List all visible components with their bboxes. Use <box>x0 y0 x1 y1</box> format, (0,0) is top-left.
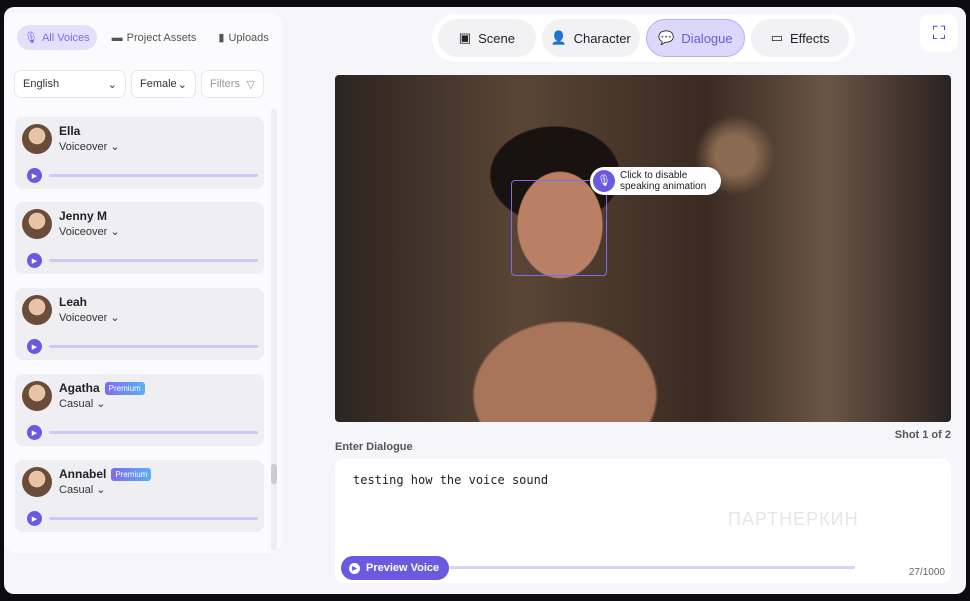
face-selection-box[interactable] <box>511 180 607 276</box>
tab-label: Effects <box>790 30 830 46</box>
voice-type-dropdown[interactable]: Voiceover ⌄ <box>59 140 120 153</box>
play-icon[interactable]: ▶ <box>27 168 42 183</box>
voice-type: Voiceover <box>59 141 108 153</box>
watermark: ПАРТНЕРКИН <box>728 509 859 529</box>
character-count: 27/1000 <box>908 567 945 578</box>
audio-progress[interactable] <box>49 345 258 348</box>
avatar <box>22 295 52 325</box>
tooltip-text: speaking animation <box>620 181 707 192</box>
filters-button[interactable]: Filters ▽ <box>201 70 264 98</box>
voice-type: Casual <box>59 398 94 410</box>
voice-type: Casual <box>59 484 94 496</box>
play-icon: ▶ <box>349 562 360 574</box>
voice-name: Ella <box>59 124 81 138</box>
play-icon[interactable]: ▶ <box>27 339 42 354</box>
gender-value: Female <box>140 78 177 90</box>
preview-voice-button[interactable]: ▶ Preview Voice <box>341 556 450 580</box>
screenshot-button[interactable]: ⛶ <box>920 14 958 52</box>
dialogue-box: testing how the voice sound ПАРТНЕРКИН ▶… <box>335 459 951 583</box>
chat-icon: 💬 <box>658 30 675 45</box>
tab-label: Uploads <box>228 31 269 44</box>
avatar <box>22 124 52 154</box>
voice-type-dropdown[interactable]: Casual ⌄ <box>59 397 106 410</box>
tab-label: Character <box>573 30 631 46</box>
tab-project-assets[interactable]: ▬ Project Assets <box>105 26 204 50</box>
voice-card[interactable]: Ella Voiceover ⌄ ▶ <box>15 117 264 189</box>
language-value: English <box>23 78 60 90</box>
tab-character[interactable]: 👤 Character <box>541 19 640 57</box>
chevron-down-icon: ⌄ <box>177 78 187 91</box>
voice-type-dropdown[interactable]: Voiceover ⌄ <box>59 225 120 238</box>
gender-select[interactable]: Female ⌄ <box>131 70 196 98</box>
voice-card[interactable]: Agatha Premium Casual ⌄ ▶ <box>15 374 264 446</box>
chevron-down-icon: ⌄ <box>107 78 117 91</box>
tab-scene[interactable]: ▣ Scene <box>438 19 536 57</box>
folder-icon: ▬ <box>111 31 123 44</box>
preview-progress[interactable] <box>449 566 855 569</box>
voice-panel: 🎙 All Voices ▬ Project Assets ▮ Uploads Eng… <box>5 13 282 553</box>
play-icon[interactable]: ▶ <box>27 253 42 268</box>
tab-label: All Voices <box>41 31 90 44</box>
voice-name: Jenny M <box>59 209 108 223</box>
voice-card[interactable]: Annabel Premium Casual ⌄ ▶ <box>15 460 264 532</box>
audio-progress[interactable] <box>49 259 258 262</box>
tab-all-voices[interactable]: 🎙 All Voices <box>17 25 97 50</box>
audio-progress[interactable] <box>49 431 258 434</box>
shot-counter: Shot 1 of 2 <box>894 429 951 441</box>
voice-name: Agatha <box>59 381 100 395</box>
scrollbar[interactable] <box>271 109 277 551</box>
dialogue-label: Enter Dialogue <box>335 441 413 453</box>
preview-label: Preview Voice <box>366 562 440 574</box>
voice-name: Leah <box>59 295 88 309</box>
avatar <box>22 381 52 411</box>
tab-label: Project Assets <box>126 31 197 44</box>
focus-icon: ⛶ <box>932 22 946 43</box>
avatar <box>22 209 52 239</box>
voice-name: Annabel <box>59 467 107 481</box>
audio-progress[interactable] <box>49 174 258 177</box>
file-icon: ▮ <box>218 32 225 44</box>
scene-image: 🎙 Click to disable speaking animation <box>335 75 951 422</box>
app-window: 🎙 All Voices ▬ Project Assets ▮ Uploads Eng… <box>4 7 966 594</box>
play-icon[interactable]: ▶ <box>27 425 42 440</box>
voice-card[interactable]: Jenny M Voiceover ⌄ ▶ <box>15 202 264 274</box>
voice-type-dropdown[interactable]: Casual ⌄ <box>59 483 106 496</box>
language-select[interactable]: English ⌄ <box>14 70 126 98</box>
speaking-animation-toggle[interactable]: 🎙 Click to disable speaking animation <box>590 167 721 195</box>
avatar <box>22 467 52 497</box>
scrollbar-thumb[interactable] <box>271 464 277 484</box>
filters-label: Filters <box>210 78 240 90</box>
voice-type-dropdown[interactable]: Voiceover ⌄ <box>59 311 120 324</box>
premium-badge: Premium <box>104 381 145 395</box>
main-tabs: ▣ Scene 👤 Character 💬 Dialogue ▭ Effects <box>432 14 855 62</box>
mic-icon: 🎙 <box>593 170 615 192</box>
tooltip-text: Click to disable <box>620 170 688 181</box>
audio-progress[interactable] <box>49 517 258 520</box>
premium-badge: Premium <box>111 467 152 481</box>
play-icon[interactable]: ▶ <box>27 511 42 526</box>
image-icon: ▣ <box>458 30 472 45</box>
person-icon: 👤 <box>550 30 567 45</box>
camera-icon: ▭ <box>770 30 784 45</box>
tab-dialogue[interactable]: 💬 Dialogue <box>645 19 746 57</box>
tab-uploads[interactable]: ▮ Uploads <box>211 25 275 50</box>
tab-label: Scene <box>478 30 515 46</box>
filter-icon: ▽ <box>246 78 255 91</box>
mic-icon: 🎙 <box>24 32 38 44</box>
voice-type: Voiceover <box>59 226 108 238</box>
tab-effects[interactable]: ▭ Effects <box>751 19 849 57</box>
voice-card[interactable]: Leah Voiceover ⌄ ▶ <box>15 288 264 360</box>
voice-type: Voiceover <box>59 312 108 324</box>
tab-label: Dialogue <box>681 30 733 46</box>
